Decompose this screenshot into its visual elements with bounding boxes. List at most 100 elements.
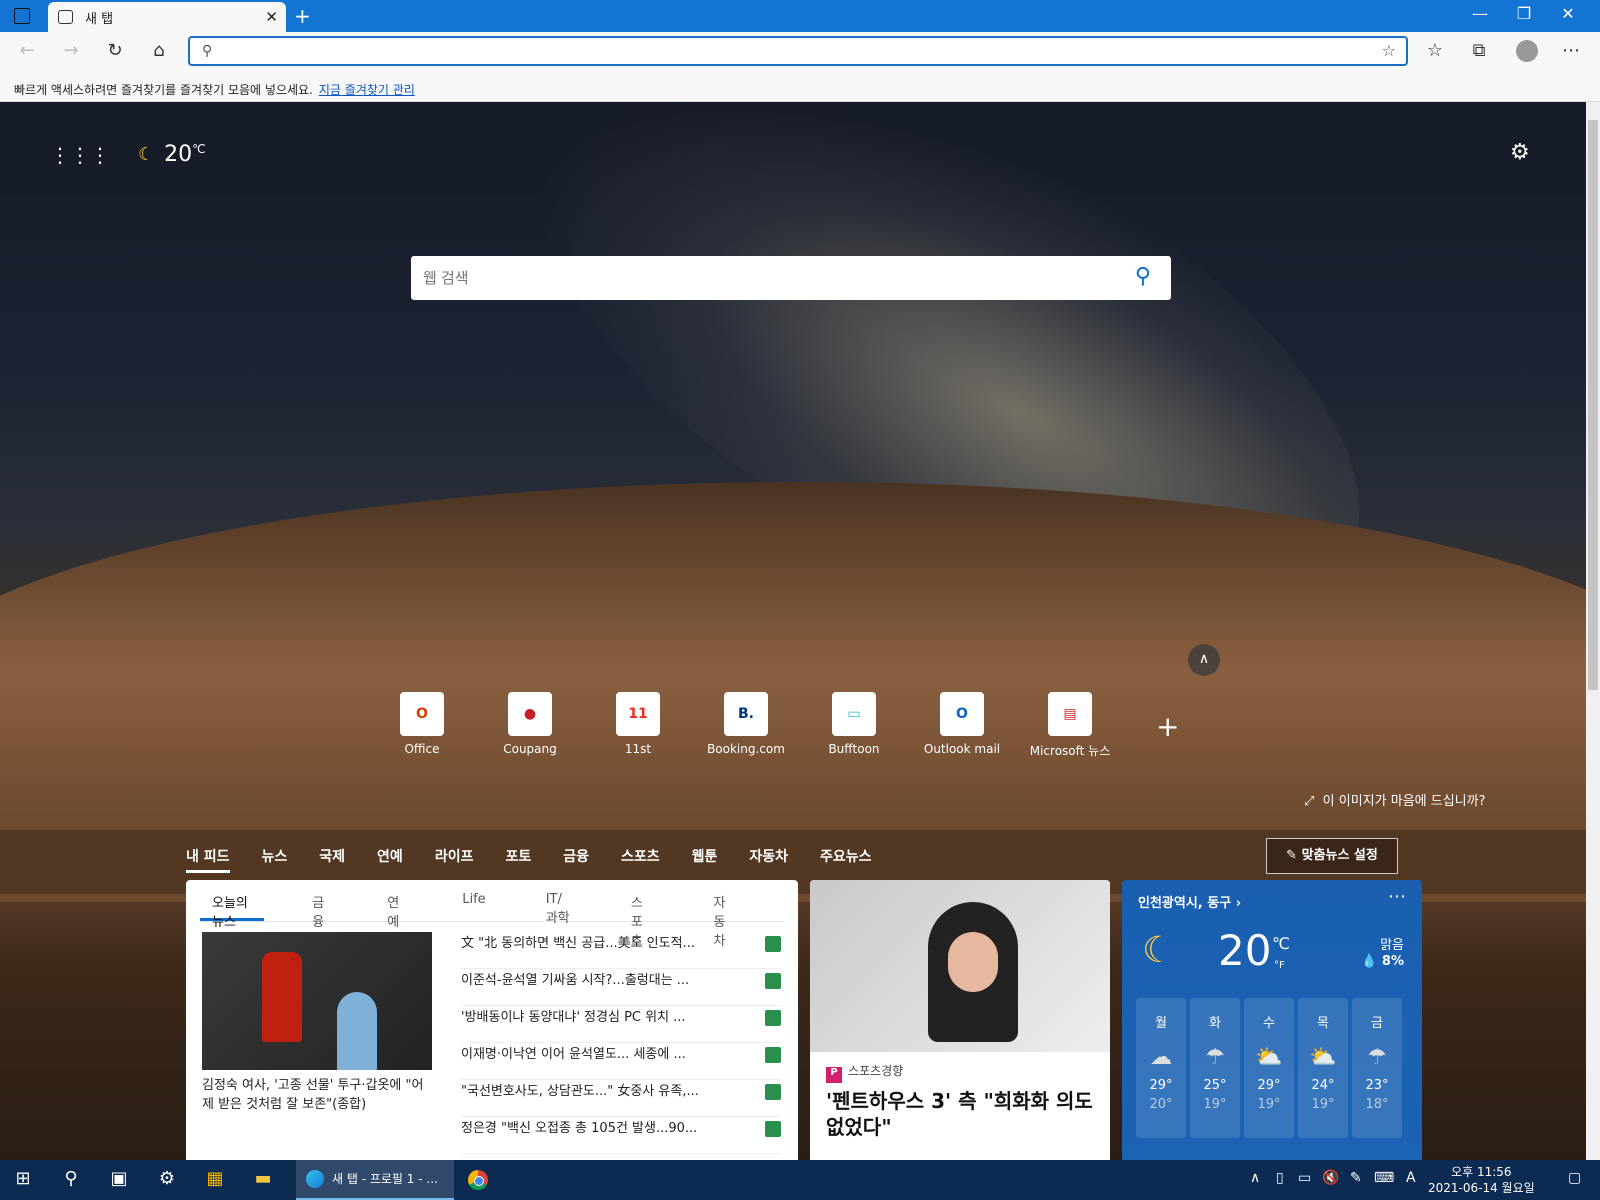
quick-link-label: Bufftoon	[828, 742, 880, 756]
news-headline[interactable]: 이재명·이낙연 이어 윤석열도... 세종에 ...	[461, 1043, 781, 1080]
news-tab[interactable]: 연예	[375, 892, 414, 930]
personalize-button[interactable]: ✎ 맞춤뉴스 설정	[1266, 838, 1398, 874]
weather-more-icon[interactable]: ⋯	[1388, 886, 1406, 907]
photo-news-title[interactable]: '펜트하우스 3' 측 "희화화 의도 없었다"	[826, 1088, 1096, 1140]
news-main-caption[interactable]: 김정숙 여사, '고종 선물' 투구·갑옷에 "어제 받은 것처럼 잘 보존"(…	[202, 1076, 432, 1114]
news-tab[interactable]: 자동차	[701, 892, 748, 949]
weather-unit-f[interactable]: °F	[1274, 960, 1285, 971]
file-explorer-icon[interactable]: ▬	[248, 1168, 278, 1189]
quick-link-booking-com[interactable]: B. Booking.com	[692, 692, 800, 759]
news-headline[interactable]: 文 "北 동의하면 백신 공급...美도 인도적...	[461, 932, 781, 969]
photo-news-card[interactable]: P 스포츠경향 '펜트하우스 3' 측 "희화화 의도 없었다"	[810, 880, 1110, 1160]
feed-tab[interactable]: 금융	[563, 846, 589, 873]
quick-link-microsoft-[interactable]: ▤ Microsoft 뉴스	[1016, 692, 1124, 759]
news-main-image[interactable]	[202, 932, 432, 1070]
quick-link-outlook-mail[interactable]: O Outlook mail	[908, 692, 1016, 759]
feed-tab[interactable]: 연예	[377, 846, 403, 873]
store-icon[interactable]: ▦	[200, 1168, 230, 1189]
start-icon[interactable]: ⊞	[8, 1168, 38, 1189]
feed-tab[interactable]: 웹툰	[692, 846, 718, 873]
favorites-icon[interactable]: ☆	[1420, 40, 1450, 61]
ime-indicator[interactable]: A	[1406, 1170, 1416, 1186]
app-launcher-icon[interactable]: ⋮⋮⋮	[50, 143, 110, 167]
volume-muted-icon[interactable]: 🔇	[1322, 1170, 1339, 1186]
page-scrollbar[interactable]	[1586, 102, 1600, 1160]
forecast-day[interactable]: 금 ☂ 23° 18°	[1352, 998, 1402, 1138]
news-headline[interactable]: 이준석-윤석열 기싸움 시작?...출렁대는 ...	[461, 969, 781, 1006]
address-bar[interactable]: ⚲ ☆	[188, 36, 1408, 66]
favorites-hint: 빠르게 액세스하려면 즐겨찾기를 즐겨찾기 모음에 넣으세요.	[14, 83, 313, 97]
new-tab-button[interactable]: +	[294, 4, 311, 28]
task-view-icon[interactable]: ▣	[104, 1168, 134, 1189]
settings-icon[interactable]: ⚙	[152, 1168, 182, 1189]
feed-tab[interactable]: 주요뉴스	[820, 846, 872, 873]
forecast-day[interactable]: 목 ⛅ 24° 19°	[1298, 998, 1348, 1138]
news-headline[interactable]: 정은경 "백신 오접종 총 105건 발생...90...	[461, 1117, 781, 1154]
collapse-chevron-icon[interactable]: ∧	[1188, 644, 1220, 676]
feed-tab[interactable]: 포토	[505, 846, 531, 873]
back-icon[interactable]: ←	[12, 40, 42, 61]
tray-chevron-icon[interactable]: ∧	[1250, 1170, 1260, 1186]
news-tab[interactable]: Life	[450, 892, 497, 921]
feed-tab[interactable]: 뉴스	[262, 846, 288, 873]
news-tab[interactable]: 스포츠	[619, 892, 666, 949]
usb-icon[interactable]: ▯	[1276, 1170, 1284, 1186]
profile-avatar[interactable]	[1512, 40, 1542, 67]
news-tab[interactable]: 오늘의 뉴스	[200, 892, 265, 930]
minimize-button[interactable]: —	[1460, 4, 1500, 23]
more-menu-icon[interactable]: ⋯	[1556, 40, 1586, 61]
weather-card[interactable]: 인천광역시, 동구 › ⋯ ☾ 20 ℃ °F 맑음 💧 8% 월 ☁ 29° 20°…	[1122, 880, 1422, 1160]
taskbar-edge-app[interactable]: 새 탭 - 프로필 1 - ...	[296, 1160, 454, 1200]
rain-icon: ☂	[1205, 1045, 1225, 1070]
quick-links: O Office ● Coupang 11 11st B. Booking.com ▭ Bufft…	[368, 692, 1124, 759]
forecast-day[interactable]: 화 ☂ 25° 19°	[1190, 998, 1240, 1138]
close-button[interactable]: ✕	[1548, 4, 1588, 23]
feed-tab[interactable]: 자동차	[749, 846, 788, 873]
feed-tab[interactable]: 라이프	[435, 846, 474, 873]
address-input[interactable]	[230, 40, 1350, 62]
feed-tab[interactable]: 내 피드	[186, 846, 230, 873]
news-tab[interactable]: IT/과학	[534, 892, 583, 926]
network-icon[interactable]: ▭	[1298, 1170, 1311, 1186]
taskbar-clock[interactable]: 오후 11:56 2021-06-14 월요일	[1428, 1164, 1535, 1196]
feed-tab[interactable]: 국제	[319, 846, 345, 873]
add-favorite-icon[interactable]: ☆	[1382, 41, 1396, 60]
weather-location[interactable]: 인천광역시, 동구 ›	[1138, 892, 1241, 911]
home-icon[interactable]: ⌂	[144, 40, 174, 61]
settings-gear-icon[interactable]: ⚙	[1510, 140, 1530, 165]
weather-condition: 맑음	[1380, 938, 1404, 953]
feed-tab[interactable]: 스포츠	[621, 846, 660, 873]
tab-close-icon[interactable]: ✕	[265, 8, 278, 26]
web-search-box[interactable]: ⚲	[411, 256, 1171, 300]
collections-icon[interactable]: ⧉	[1464, 40, 1494, 61]
chrome-icon[interactable]	[468, 1170, 488, 1190]
like-image-link[interactable]: ⤢ 이 이미지가 마음에 드십니까?	[1304, 790, 1486, 809]
tab-new-tab[interactable]: 새 탭 ✕	[48, 2, 286, 32]
scrollbar-thumb[interactable]	[1588, 120, 1598, 690]
maximize-button[interactable]: ❐	[1504, 4, 1544, 23]
news-headline[interactable]: '방배동이냐 동양대냐' 정경심 PC 위치 ...	[461, 1006, 781, 1043]
forward-icon[interactable]: →	[56, 40, 86, 61]
forecast-day[interactable]: 수 ⛅ 29° 19°	[1244, 998, 1294, 1138]
quick-link-11st[interactable]: 11 11st	[584, 692, 692, 759]
add-site-icon[interactable]: +	[1156, 710, 1179, 743]
weather-unit-c[interactable]: ℃	[1272, 934, 1290, 953]
forecast-day[interactable]: 월 ☁ 29° 20°	[1136, 998, 1186, 1138]
quick-link-office[interactable]: O Office	[368, 692, 476, 759]
quick-link-bufftoon[interactable]: ▭ Bufftoon	[800, 692, 908, 759]
refresh-icon[interactable]: ↻	[100, 40, 130, 61]
tab-actions-icon[interactable]	[14, 8, 30, 24]
pen-icon[interactable]: ✎	[1350, 1170, 1362, 1186]
keyboard-icon[interactable]: ⌨	[1374, 1170, 1394, 1186]
notification-icon[interactable]: ▢	[1568, 1170, 1581, 1186]
headline-text: 이재명·이낙연 이어 윤석열도... 세종에 ...	[461, 1047, 686, 1062]
header-temperature[interactable]: 20℃	[164, 142, 205, 167]
search-submit-icon[interactable]: ⚲	[1135, 264, 1151, 289]
quick-link-coupang[interactable]: ● Coupang	[476, 692, 584, 759]
taskbar-search-icon[interactable]: ⚲	[56, 1168, 86, 1189]
news-tab[interactable]: 금융	[300, 892, 339, 930]
manage-favorites-link[interactable]: 지금 즐겨찾기 관리	[319, 83, 415, 97]
web-search-input[interactable]	[423, 266, 1103, 290]
news-headline[interactable]: "국선변호사도, 상담관도..." 女중사 유족,...	[461, 1080, 781, 1117]
photo-news-source: P 스포츠경향	[826, 1062, 903, 1083]
